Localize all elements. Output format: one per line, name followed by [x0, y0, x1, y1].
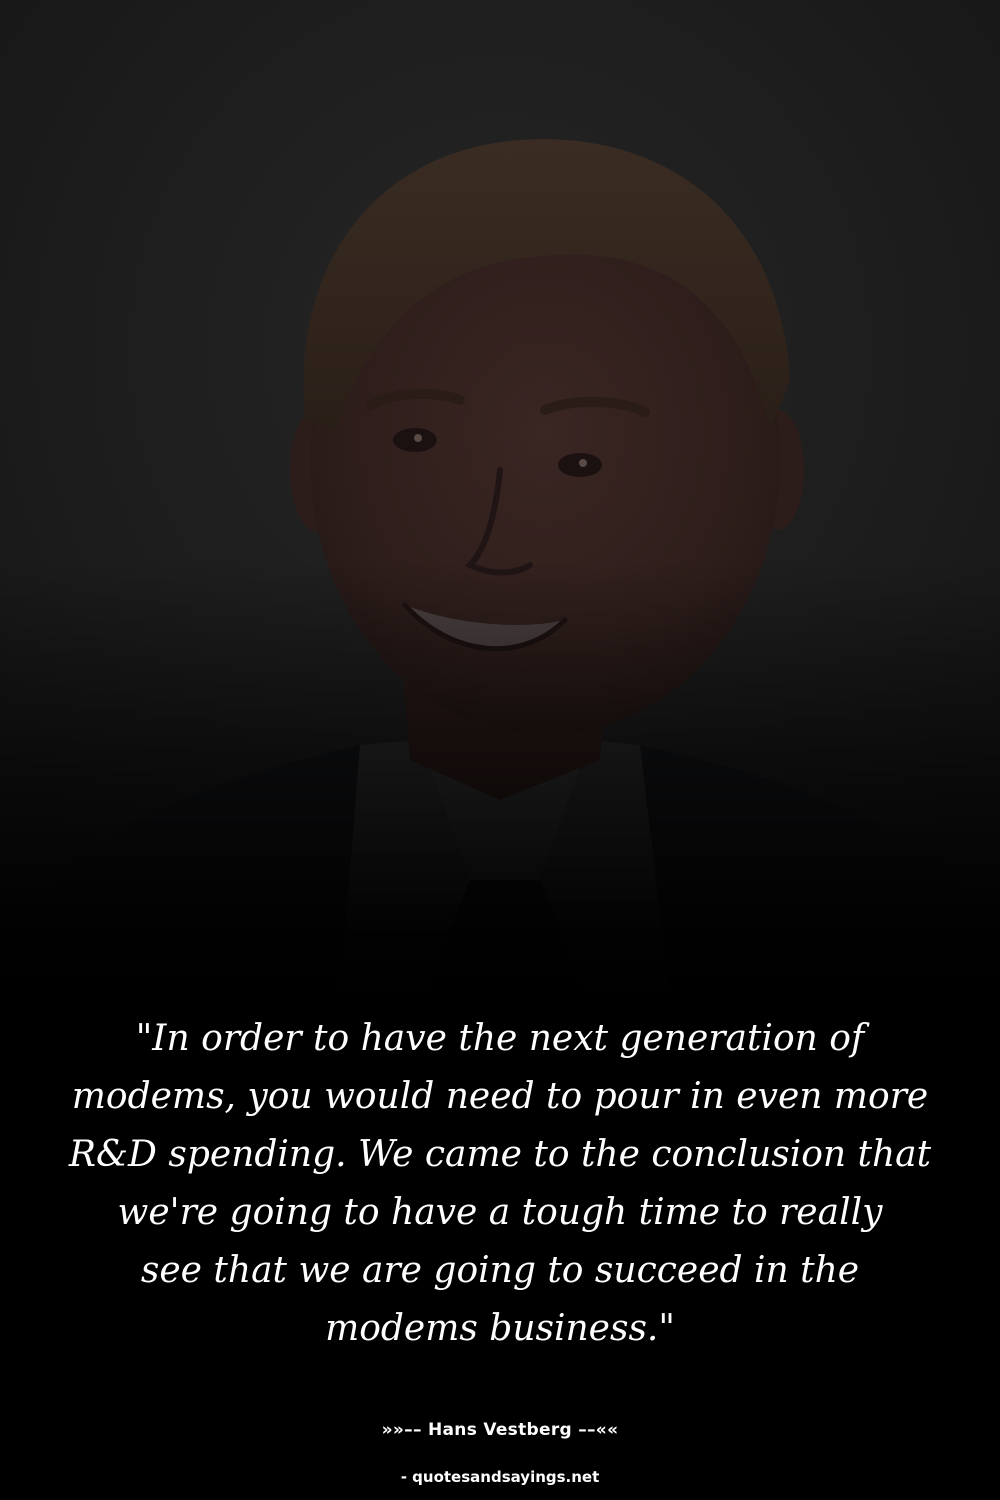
quote-line: modems business.": [325, 1308, 675, 1349]
quote-text: "In order to have the next generation of…: [40, 1010, 960, 1358]
quote-line: modems, you would need to pour in even m…: [71, 1076, 929, 1117]
quote-line: see that we are going to succeed in the: [140, 1250, 860, 1291]
quote-line: "In order to have the next generation of: [135, 1018, 865, 1059]
quote-author: »»–– Hans Vestberg ––««: [381, 1420, 619, 1440]
quote-poster: "In order to have the next generation of…: [0, 0, 1000, 1500]
photo-fade-overlay: [0, 560, 1000, 1000]
quote-line: we're going to have a tough time to real…: [117, 1192, 883, 1233]
source-watermark: - quotesandsayings.net: [400, 1468, 600, 1486]
quote-line: R&D spending. We came to the conclusion …: [68, 1134, 932, 1175]
